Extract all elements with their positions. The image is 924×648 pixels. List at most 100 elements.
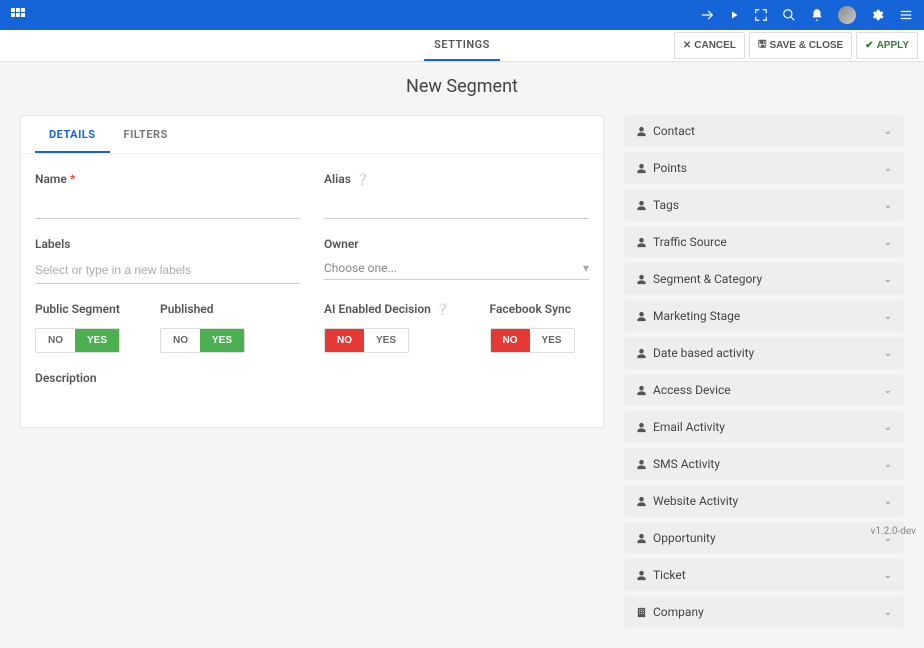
chevron-down-icon: ⌄ [884, 274, 892, 285]
ai-label: AI Enabled Decision ❔ [324, 302, 450, 316]
save-icon: 🖫 [758, 37, 767, 54]
fb-label: Facebook Sync [490, 302, 575, 316]
save-close-button[interactable]: 🖫SAVE & CLOSE [749, 32, 852, 59]
apply-button[interactable]: ✔APPLY [856, 32, 918, 59]
public-segment-toggle[interactable]: NO YES [35, 328, 120, 353]
public-segment-no[interactable]: NO [36, 329, 75, 352]
alias-label: Alias ❔ [324, 172, 589, 186]
fb-yes[interactable]: YES [530, 329, 574, 352]
ai-yes[interactable]: YES [364, 329, 408, 352]
accordion-label: Access Device [653, 383, 731, 397]
chevron-down-icon: ⌄ [884, 348, 892, 359]
owner-select[interactable]: Choose one... ▾ [324, 257, 589, 280]
alias-input[interactable] [324, 192, 589, 219]
labels-input[interactable] [35, 257, 300, 284]
accordion-label: Company [653, 605, 704, 619]
labels-label: Labels [35, 237, 300, 251]
chevron-down-icon: ▾ [583, 261, 589, 275]
person-icon [636, 126, 647, 137]
accordion-label: Points [653, 161, 687, 175]
person-icon [636, 311, 647, 322]
share-icon[interactable] [700, 8, 714, 22]
chevron-down-icon: ⌄ [884, 385, 892, 396]
page-title: New Segment [0, 62, 924, 115]
accordion-item[interactable]: Access Device ⌄ [624, 374, 904, 406]
accordion-item[interactable]: Ticket ⌄ [624, 559, 904, 591]
chevron-down-icon: ⌄ [884, 459, 892, 470]
accordion-label: Segment & Category [653, 272, 762, 286]
name-label: Name * [35, 172, 300, 186]
person-icon [636, 348, 647, 359]
accordion-item[interactable]: Marketing Stage ⌄ [624, 300, 904, 332]
accordion-item[interactable]: Tags ⌄ [624, 189, 904, 221]
close-icon: ✕ [683, 40, 691, 51]
owner-placeholder: Choose one... [324, 261, 397, 275]
help-icon[interactable]: ❔ [356, 173, 370, 186]
apps-grid-icon[interactable] [10, 7, 26, 23]
accordion-label: Date based activity [653, 346, 754, 360]
accordion-label: SMS Activity [653, 457, 720, 471]
accordion-item[interactable]: Email Activity ⌄ [624, 411, 904, 443]
person-icon [636, 237, 647, 248]
person-icon [636, 496, 647, 507]
accordion-item[interactable]: Points⌄ [624, 152, 904, 184]
accordion-item[interactable]: SMS Activity ⌄ [624, 448, 904, 480]
building-icon [636, 607, 647, 618]
version-label: v1.2.0-dev [871, 526, 916, 537]
accordion-item[interactable]: Company ⌄ [624, 596, 904, 628]
chevron-down-icon: ⌄ [884, 496, 892, 507]
sidebar-accordion: Contact⌄Points⌄Tags⌄Traffic Source⌄Segme… [624, 115, 904, 628]
accordion-label: Traffic Source [653, 235, 727, 249]
accordion-item[interactable]: Website Activity ⌄ [624, 485, 904, 517]
chevron-down-icon: ⌄ [884, 570, 892, 581]
play-icon[interactable] [728, 9, 740, 21]
chevron-down-icon: ⌄ [884, 200, 892, 211]
owner-label: Owner [324, 237, 589, 251]
chevron-down-icon: ⌄ [884, 237, 892, 248]
accordion-item[interactable]: Date based activity ⌄ [624, 337, 904, 369]
person-icon [636, 422, 647, 433]
fb-no[interactable]: NO [491, 329, 530, 352]
public-segment-label: Public Segment [35, 302, 120, 316]
chevron-down-icon: ⌄ [884, 607, 892, 618]
chevron-down-icon: ⌄ [884, 126, 892, 137]
ai-toggle[interactable]: NO YES [324, 328, 409, 353]
published-yes[interactable]: YES [200, 329, 244, 352]
gear-icon[interactable] [870, 8, 884, 22]
search-icon[interactable] [782, 8, 796, 22]
tab-details[interactable]: DETAILS [35, 116, 110, 153]
check-icon: ✔ [865, 40, 873, 51]
published-toggle[interactable]: NO YES [160, 328, 245, 353]
accordion-label: Tags [653, 198, 679, 212]
settings-tab[interactable]: SETTINGS [424, 30, 500, 61]
accordion-item[interactable]: Contact⌄ [624, 115, 904, 147]
fullscreen-icon[interactable] [754, 8, 768, 22]
accordion-label: Marketing Stage [653, 309, 740, 323]
published-label: Published [160, 302, 245, 316]
tab-filters[interactable]: FILTERS [110, 116, 182, 153]
subbar: SETTINGS ✕CANCEL 🖫SAVE & CLOSE ✔APPLY [0, 30, 924, 62]
bell-icon[interactable] [810, 8, 824, 22]
accordion-label: Website Activity [653, 494, 738, 508]
help-icon[interactable]: ❔ [436, 303, 450, 316]
fb-toggle[interactable]: NO YES [490, 328, 575, 353]
accordion-label: Email Activity [653, 420, 725, 434]
public-segment-yes[interactable]: YES [75, 329, 119, 352]
description-label: Description [35, 371, 589, 385]
cancel-button[interactable]: ✕CANCEL [674, 32, 745, 59]
published-no[interactable]: NO [161, 329, 200, 352]
accordion-item[interactable]: Segment & Category ⌄ [624, 263, 904, 295]
person-icon [636, 385, 647, 396]
accordion-label: Ticket [653, 568, 686, 582]
accordion-item[interactable]: Opportunity⌄ [624, 522, 904, 554]
chevron-down-icon: ⌄ [884, 422, 892, 433]
name-input[interactable] [35, 192, 300, 219]
accordion-label: Opportunity [653, 531, 716, 545]
ai-no[interactable]: NO [325, 329, 364, 352]
form-tabs: DETAILS FILTERS [21, 116, 603, 154]
avatar[interactable] [838, 6, 856, 24]
menu-icon[interactable] [898, 8, 914, 22]
chevron-down-icon: ⌄ [884, 311, 892, 322]
person-icon [636, 459, 647, 470]
accordion-item[interactable]: Traffic Source ⌄ [624, 226, 904, 258]
